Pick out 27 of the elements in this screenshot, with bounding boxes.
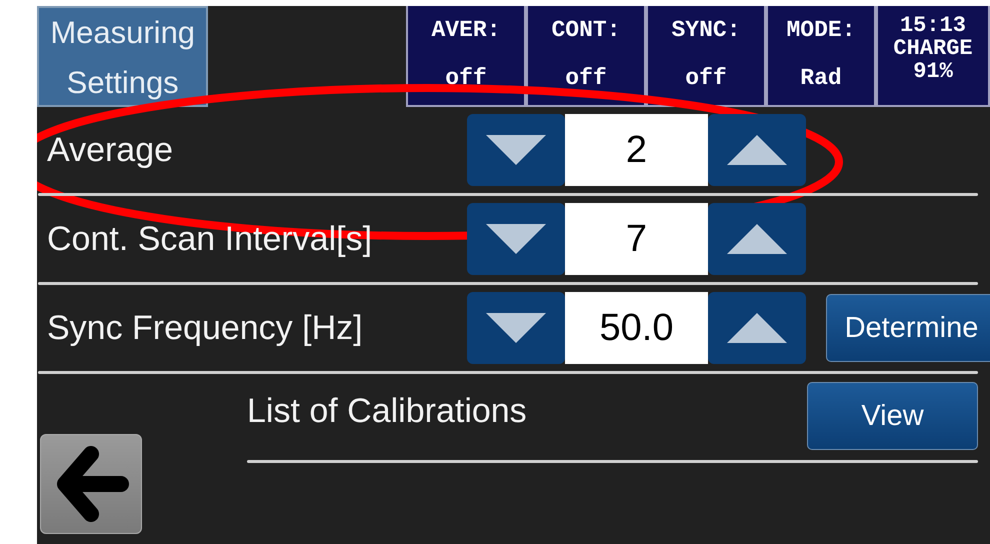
increment-button[interactable] <box>708 292 806 364</box>
increment-button[interactable] <box>708 203 806 275</box>
status-indicator: 15:13 CHARGE 91% <box>876 6 990 107</box>
menu-button[interactable]: Measuring Settings <box>37 6 208 107</box>
decrement-button[interactable] <box>467 114 565 186</box>
up-triangle-icon <box>727 313 787 343</box>
status-indicator: CONT: off <box>526 6 646 107</box>
setting-label: Sync Frequency [Hz] <box>46 308 364 348</box>
value-field[interactable]: 50.0 <box>565 292 708 364</box>
setting-label: List of Calibrations <box>247 392 527 430</box>
back-button[interactable] <box>40 434 142 534</box>
increment-button[interactable] <box>708 114 806 186</box>
decrement-button[interactable] <box>467 203 565 275</box>
status-indicator: MODE: Rad <box>766 6 876 107</box>
value-field[interactable]: 2 <box>565 114 708 186</box>
value-field[interactable]: 7 <box>565 203 708 275</box>
view-button[interactable]: View <box>807 382 978 450</box>
up-triangle-icon <box>727 135 787 165</box>
down-triangle-icon <box>486 224 546 254</box>
up-triangle-icon <box>727 224 787 254</box>
setting-label: Average <box>46 130 174 170</box>
decrement-button[interactable] <box>467 292 565 364</box>
status-indicator: AVER: off <box>406 6 526 107</box>
determine-button[interactable]: Determine <box>826 294 990 362</box>
down-triangle-icon <box>486 313 546 343</box>
status-indicator: SYNC: off <box>646 6 766 107</box>
down-triangle-icon <box>486 135 546 165</box>
